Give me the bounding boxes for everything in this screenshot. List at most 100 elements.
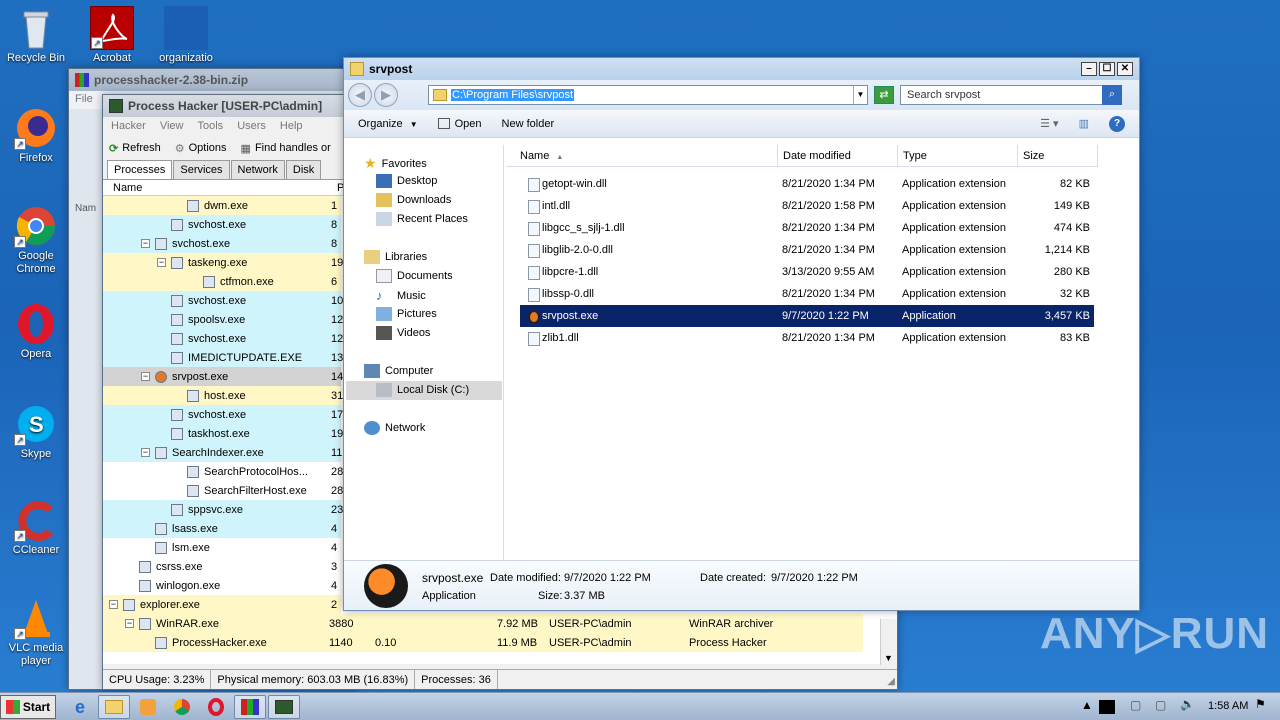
forward-button[interactable]: ▶ [374,83,398,107]
minimize-button[interactable]: – [1081,62,1097,76]
maximize-button[interactable]: ☐ [1099,62,1115,76]
process-row[interactable]: − WinRAR.exe [125,614,219,633]
organize-button[interactable]: Organize ▼ [358,118,418,130]
desktop-icon-recycle-bin[interactable]: Recycle Bin [0,6,72,65]
process-row[interactable]: ctfmon.exe [189,272,274,291]
process-row[interactable]: spoolsv.exe [157,310,245,329]
menu-users[interactable]: Users [237,120,266,133]
collapse-toggle-icon[interactable]: − [141,372,150,381]
nav-network[interactable]: Network [364,421,425,435]
explorer-titlebar[interactable]: srvpost – ☐ ✕ [344,58,1139,80]
file-list[interactable]: Name ▲ Date modified Type Size getopt-wi… [506,145,1139,561]
clock[interactable]: 1:58 AM [1208,700,1248,712]
action-center-flag-icon[interactable]: ⚑ [1255,697,1266,711]
file-row[interactable]: getopt-win.dll 8/21/2020 1:34 PM Applicati… [520,173,1094,195]
back-button[interactable]: ◀ [348,83,372,107]
search-icon[interactable]: ⌕ [1102,85,1122,105]
process-row[interactable]: − taskeng.exe [157,253,247,272]
taskbar-internet-explorer[interactable]: e [64,695,96,719]
search-input[interactable]: Search srvpost ⌕ [900,85,1122,105]
process-row[interactable]: − SearchIndexer.exe [141,443,264,462]
menu-help[interactable]: Help [280,120,303,133]
file-row[interactable]: libglib-2.0-0.dll 8/21/2020 1:34 PM Applic… [520,239,1094,261]
process-row[interactable]: − srvpost.exe [141,367,228,386]
nav-local-disk[interactable]: Local Disk (C:) [376,383,469,397]
process-row[interactable]: lsass.exe [141,519,218,538]
close-button[interactable]: ✕ [1117,62,1133,76]
process-row[interactable]: − svchost.exe [141,234,230,253]
show-hidden-icons-button[interactable]: ▲ [1081,698,1093,712]
tray-app-icon[interactable] [1099,700,1115,714]
process-row[interactable]: svchost.exe [157,405,246,424]
process-row[interactable]: svchost.exe [157,329,246,348]
process-row[interactable]: host.exe [173,386,246,405]
menu-tools[interactable]: Tools [198,120,224,133]
desktop-icon-firefox[interactable]: ↗ Firefox [0,106,72,165]
desktop-icon-skype[interactable]: S ↗ Skype [0,402,72,461]
column-header-size[interactable]: Size [1018,145,1098,167]
open-button[interactable]: Open [437,118,482,130]
options-button[interactable]: ⚙ Options [175,142,227,155]
file-row[interactable]: libssp-0.dll 8/21/2020 1:34 PM Application… [520,283,1094,305]
column-header-date[interactable]: Date modified [778,145,898,167]
collapse-toggle-icon[interactable]: − [141,448,150,457]
help-icon[interactable]: ? [1109,115,1125,132]
tab-processes[interactable]: Processes [107,160,173,179]
desktop-icon-acrobat[interactable]: ↗ Acrobat [76,6,148,65]
tray-icon-2[interactable]: ▢ [1155,698,1166,712]
nav-documents[interactable]: Documents [376,269,453,283]
tab-network[interactable]: Network [230,160,285,179]
file-row[interactable]: intl.dll 8/21/2020 1:58 PM Application ext… [520,195,1094,217]
nav-videos[interactable]: Videos [376,326,430,340]
process-row[interactable]: SearchProtocolHos... [173,462,308,481]
process-row[interactable]: ProcessHacker.exe [141,633,267,652]
nav-libraries[interactable]: Libraries [364,250,427,264]
process-row[interactable]: svchost.exe [157,291,246,310]
tab-services[interactable]: Services [173,160,230,179]
nav-pictures[interactable]: Pictures [376,307,437,321]
desktop-icon-opera[interactable]: Opera [0,302,72,361]
volume-icon[interactable]: 🔈 [1180,697,1195,711]
tray-icon-1[interactable]: ▢ [1130,698,1141,712]
desktop-icon-chrome[interactable]: ↗ Google Chrome [0,204,72,276]
preview-pane-icon[interactable]: ▥ [1079,117,1089,130]
desktop-icon-ccleaner[interactable]: ↗ CCleaner [0,498,72,557]
process-row[interactable]: − explorer.exe [109,595,200,614]
winrar-titlebar[interactable]: processhacker-2.38-bin.zip [69,69,357,91]
collapse-toggle-icon[interactable]: − [157,258,166,267]
refresh-button[interactable]: ⇄ [874,86,894,104]
process-row[interactable]: SearchFilterHost.exe [173,481,307,500]
column-header-name[interactable]: Name ▲ [506,145,778,167]
address-dropdown-button[interactable]: ▼ [853,86,867,104]
process-row[interactable]: IMEDICTUPDATE.EXE [157,348,302,367]
explorer-window[interactable]: srvpost – ☐ ✕ ◀ ▶ C:\Program Files\srvpo… [343,57,1140,611]
taskbar-chrome[interactable] [166,695,198,719]
scroll-down-arrow-icon[interactable]: ▼ [884,653,893,663]
menu-hacker[interactable]: Hacker [111,120,146,133]
process-row[interactable]: sppsvc.exe [157,500,243,519]
file-row[interactable]: srvpost.exe 9/7/2020 1:22 PM Application 3,… [520,305,1094,327]
file-row[interactable]: libgcc_s_sjlj-1.dll 8/21/2020 1:34 PM Appl… [520,217,1094,239]
resize-grip-icon[interactable]: ◢ [887,676,895,687]
nav-favorites[interactable]: ★ Favorites [364,155,427,172]
file-row[interactable]: zlib1.dll 8/21/2020 1:34 PM Application ex… [520,327,1094,349]
taskbar-opera[interactable] [200,695,232,719]
tab-disk[interactable]: Disk [285,160,322,179]
taskbar-process-hacker[interactable] [268,695,300,719]
process-row[interactable]: svchost.exe [157,215,246,234]
file-row[interactable]: libpcre-1.dll 3/13/2020 9:55 AM Applicatio… [520,261,1094,283]
find-handles-button[interactable]: ▦ Find handles or [241,142,331,155]
taskbar-explorer[interactable] [98,695,130,719]
nav-downloads[interactable]: Downloads [376,193,451,207]
process-list-scrollbar[interactable]: ▼ [880,619,897,665]
column-header-type[interactable]: Type [898,145,1018,167]
process-row[interactable]: dwm.exe [173,196,248,215]
nav-recent-places[interactable]: Recent Places [376,212,468,226]
column-name[interactable]: Name [113,182,142,194]
process-row[interactable]: winlogon.exe [125,576,220,595]
collapse-toggle-icon[interactable]: − [141,239,150,248]
address-input[interactable]: C:\Program Files\srvpost ▼ [428,85,868,105]
desktop-icon-organization[interactable]: organizatio [150,6,222,65]
refresh-button[interactable]: ⟳ Refresh [109,142,161,155]
process-row[interactable]: csrss.exe [125,557,202,576]
